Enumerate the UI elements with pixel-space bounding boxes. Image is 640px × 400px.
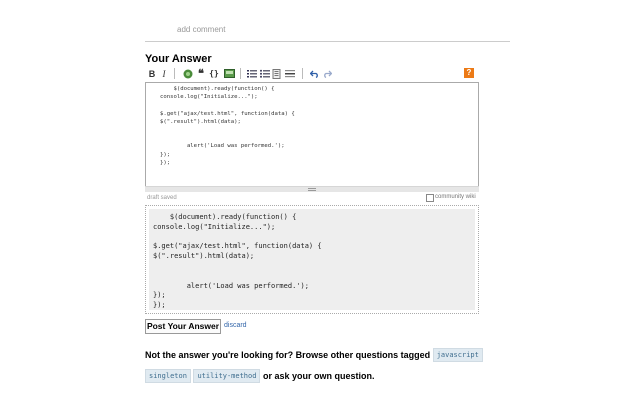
post-answer-button[interactable]: Post Your Answer <box>145 319 221 334</box>
undo-button[interactable] <box>309 67 319 80</box>
draft-saved-status: draft saved <box>147 195 177 201</box>
discard-link[interactable]: discard <box>224 322 247 329</box>
bold-button[interactable]: B <box>148 67 156 80</box>
resize-grip[interactable] <box>145 186 479 192</box>
editor-code-text: $(document).ready(function() { console.l… <box>160 86 295 166</box>
undo-icon <box>309 70 318 78</box>
image-button[interactable] <box>223 67 235 80</box>
link-button[interactable] <box>182 67 194 80</box>
image-icon <box>223 69 235 78</box>
notice-text: Not the answer you're looking for? Brows… <box>145 350 431 360</box>
answer-textarea[interactable]: $(document).ready(function() { console.l… <box>145 82 479 188</box>
answer-preview: $(document).ready(function() { console.l… <box>145 205 479 314</box>
not-the-answer-notice: Not the answer you're looking for? Brows… <box>145 345 515 387</box>
heading-button[interactable] <box>271 67 282 80</box>
help-button[interactable]: ? <box>464 68 474 78</box>
heading-icon <box>272 68 280 79</box>
hyperlink-icon <box>183 69 193 78</box>
preview-code-text: $(document).ready(function() { console.l… <box>153 213 322 310</box>
toolbar-separator <box>302 68 303 79</box>
ask-question-link[interactable]: ask your own question <box>275 371 373 381</box>
numbered-list-icon <box>246 70 257 78</box>
horizontal-rule-button[interactable] <box>284 67 295 80</box>
bulleted-list-icon <box>259 69 270 78</box>
horizontal-rule-icon <box>284 70 295 78</box>
code-button[interactable]: {} <box>208 67 220 80</box>
grip-handle-icon <box>308 188 316 191</box>
tag-javascript[interactable]: javascript <box>432 348 483 362</box>
your-answer-heading: Your Answer <box>145 53 212 65</box>
add-comment-link[interactable]: add comment <box>177 25 225 34</box>
toolbar-separator <box>240 68 241 79</box>
divider <box>145 41 510 42</box>
italic-button[interactable]: I <box>160 67 168 80</box>
notice-or-text: or <box>262 371 272 381</box>
toolbar-separator <box>174 68 175 79</box>
tag-singleton[interactable]: singleton <box>145 369 191 383</box>
bulleted-list-button[interactable] <box>259 67 270 80</box>
community-wiki-label[interactable]: community wiki <box>435 194 476 200</box>
community-wiki-checkbox[interactable] <box>426 194 434 202</box>
preview-code-block: $(document).ready(function() { console.l… <box>149 209 475 310</box>
redo-button[interactable] <box>322 67 332 80</box>
blockquote-button[interactable]: ❝ <box>196 67 206 80</box>
notice-period: . <box>372 371 375 381</box>
redo-icon <box>323 70 332 78</box>
editor-toolbar: B I ❝ {} <box>145 67 477 81</box>
tag-utility-method[interactable]: utility-method <box>193 369 261 383</box>
numbered-list-button[interactable] <box>246 67 257 80</box>
